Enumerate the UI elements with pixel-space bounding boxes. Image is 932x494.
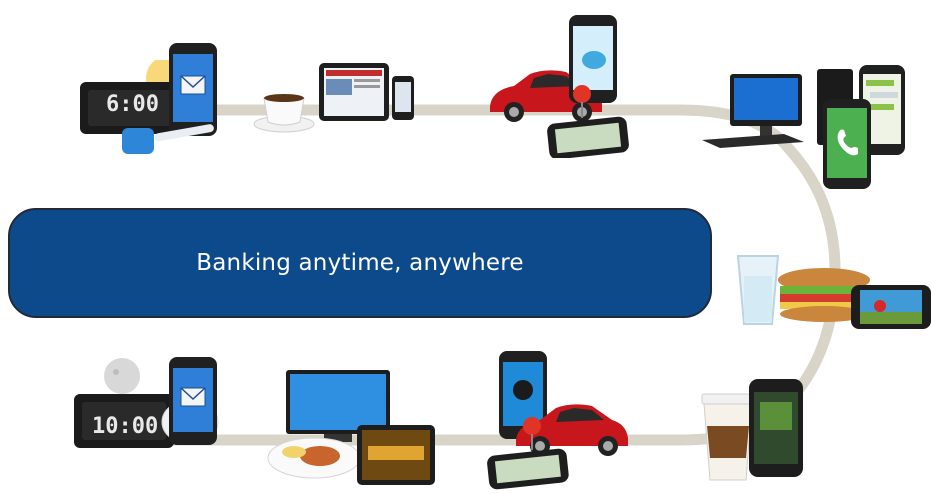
game-phone-icon — [850, 284, 932, 330]
map-pin-icon — [572, 84, 592, 118]
coffee-cup-icon — [252, 88, 318, 134]
map-phone-icon — [546, 114, 632, 158]
clock-morning-label: 6:00 — [106, 92, 166, 118]
banner: Banking anytime, anywhere — [8, 208, 712, 318]
smartphone-night-icon — [168, 356, 218, 446]
smartphone-music-icon — [748, 378, 804, 478]
dinner-plate-icon — [266, 430, 362, 482]
tablet-icon — [318, 62, 418, 126]
banner-text: Banking anytime, anywhere — [196, 250, 524, 276]
phone-call-icon — [822, 98, 872, 190]
movie-tablet-icon — [356, 424, 436, 488]
map-pin-bottom-icon — [522, 416, 542, 450]
desktop-computer-icon — [700, 70, 810, 150]
toothbrush-icon — [120, 122, 220, 162]
clock-night-label: 10:00 — [92, 414, 159, 439]
twitter-bird-icon — [582, 51, 606, 69]
map-phone-bottom-icon — [486, 446, 572, 490]
